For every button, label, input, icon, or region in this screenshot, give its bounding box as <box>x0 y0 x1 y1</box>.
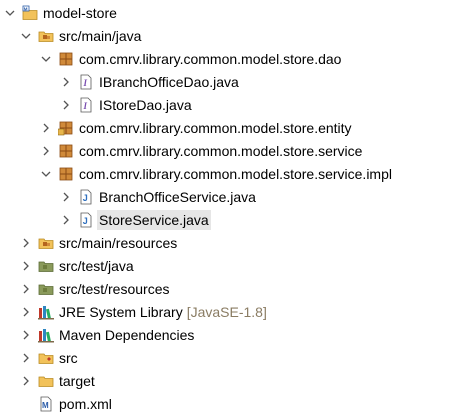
chevron-right-icon[interactable] <box>60 99 72 111</box>
tree-item-label: src/test/resources <box>59 280 170 297</box>
tree-item-label: JRE System Library <box>59 303 183 320</box>
svg-text:M: M <box>42 401 49 410</box>
tree-item-ibranchofficedao[interactable]: I IBranchOfficeDao.java <box>60 70 239 93</box>
package-icon <box>58 166 74 182</box>
tree-item-package-service[interactable]: com.cmrv.library.common.model.store.serv… <box>40 139 362 162</box>
chevron-right-icon[interactable] <box>20 329 32 341</box>
tree-item-target[interactable]: target <box>20 369 95 392</box>
chevron-right-icon[interactable] <box>60 76 72 88</box>
java-interface-file-icon: I <box>78 97 94 113</box>
tree-item-model-store[interactable]: M model-store <box>4 1 117 24</box>
tree-item-label: target <box>59 372 95 389</box>
tree-item-src-main-resources[interactable]: src/main/resources <box>20 231 177 254</box>
tree-item-storeservice[interactable]: J StoreService.java <box>60 208 211 231</box>
tree-item-label: src/main/resources <box>59 234 178 251</box>
tree-item-label: Maven Dependencies <box>59 326 195 343</box>
source-folder-icon <box>38 235 54 251</box>
java-interface-file-icon: I <box>78 74 94 90</box>
chevron-right-icon[interactable] <box>20 375 32 387</box>
chevron-down-icon[interactable] <box>40 53 52 65</box>
tree-item-branchofficeservice[interactable]: J BranchOfficeService.java <box>60 185 256 208</box>
library-icon <box>38 304 54 320</box>
chevron-right-icon[interactable] <box>20 260 32 272</box>
tree-item-pom-xml[interactable]: M pom.xml <box>20 392 112 415</box>
tree-item-label: BranchOfficeService.java <box>99 188 256 205</box>
tree-item-package-dao[interactable]: com.cmrv.library.common.model.store.dao <box>40 47 341 70</box>
folder-icon <box>38 350 54 366</box>
source-folder-icon <box>38 281 54 297</box>
java-class-file-icon: J <box>78 212 94 228</box>
jre-version-qualifier: [JavaSE-1.8] <box>186 303 267 320</box>
tree-item-label: src/test/java <box>59 257 134 274</box>
svg-text:M: M <box>24 6 28 11</box>
chevron-down-icon[interactable] <box>4 7 16 19</box>
package-icon <box>58 51 74 67</box>
tree-item-istoredao[interactable]: I IStoreDao.java <box>60 93 192 116</box>
svg-text:I: I <box>83 78 88 88</box>
tree-item-maven-dependencies[interactable]: Maven Dependencies <box>20 323 194 346</box>
tree-item-src-test-java[interactable]: src/test/java <box>20 254 134 277</box>
tree-item-src-test-resources[interactable]: src/test/resources <box>20 277 169 300</box>
package-icon <box>58 143 74 159</box>
chevron-down-icon[interactable] <box>20 30 32 42</box>
folder-icon <box>38 373 54 389</box>
source-folder-icon <box>38 28 54 44</box>
chevron-down-icon[interactable] <box>40 168 52 180</box>
package-icon <box>58 120 74 136</box>
chevron-right-icon[interactable] <box>20 306 32 318</box>
tree-item-src[interactable]: src <box>20 346 78 369</box>
tree-item-label: com.cmrv.library.common.model.store.enti… <box>79 119 352 136</box>
library-icon <box>38 327 54 343</box>
tree-item-label: com.cmrv.library.common.model.store.serv… <box>79 142 363 159</box>
chevron-right-icon[interactable] <box>40 145 52 157</box>
java-class-file-icon: J <box>78 189 94 205</box>
svg-text:I: I <box>83 101 88 111</box>
tree-item-label: pom.xml <box>59 395 112 412</box>
tree-item-label: com.cmrv.library.common.model.store.dao <box>79 50 342 67</box>
chevron-right-icon[interactable] <box>60 191 72 203</box>
chevron-right-icon[interactable] <box>40 122 52 134</box>
source-folder-icon <box>38 258 54 274</box>
svg-text:J: J <box>83 216 88 226</box>
maven-project-icon: M <box>22 5 38 21</box>
tree-item-src-main-java[interactable]: src/main/java <box>20 24 141 47</box>
tree-item-jre-system-library[interactable]: JRE System Library [JavaSE-1.8] <box>20 300 267 323</box>
xml-file-icon: M <box>38 396 54 412</box>
chevron-right-icon[interactable] <box>20 283 32 295</box>
chevron-right-icon[interactable] <box>60 214 72 226</box>
tree-item-label: src <box>59 349 78 366</box>
tree-item-label: IBranchOfficeDao.java <box>99 73 239 90</box>
chevron-right-icon[interactable] <box>20 352 32 364</box>
tree-item-label: IStoreDao.java <box>99 96 192 113</box>
svg-text:J: J <box>83 193 88 203</box>
tree-item-package-service-impl[interactable]: com.cmrv.library.common.model.store.serv… <box>40 162 392 185</box>
tree-item-label: StoreService.java <box>97 209 211 230</box>
tree-item-label: com.cmrv.library.common.model.store.serv… <box>79 165 392 182</box>
tree-item-label: model-store <box>43 4 117 21</box>
chevron-right-icon[interactable] <box>20 237 32 249</box>
tree-item-package-entity[interactable]: com.cmrv.library.common.model.store.enti… <box>40 116 352 139</box>
tree-item-label: src/main/java <box>59 27 142 44</box>
